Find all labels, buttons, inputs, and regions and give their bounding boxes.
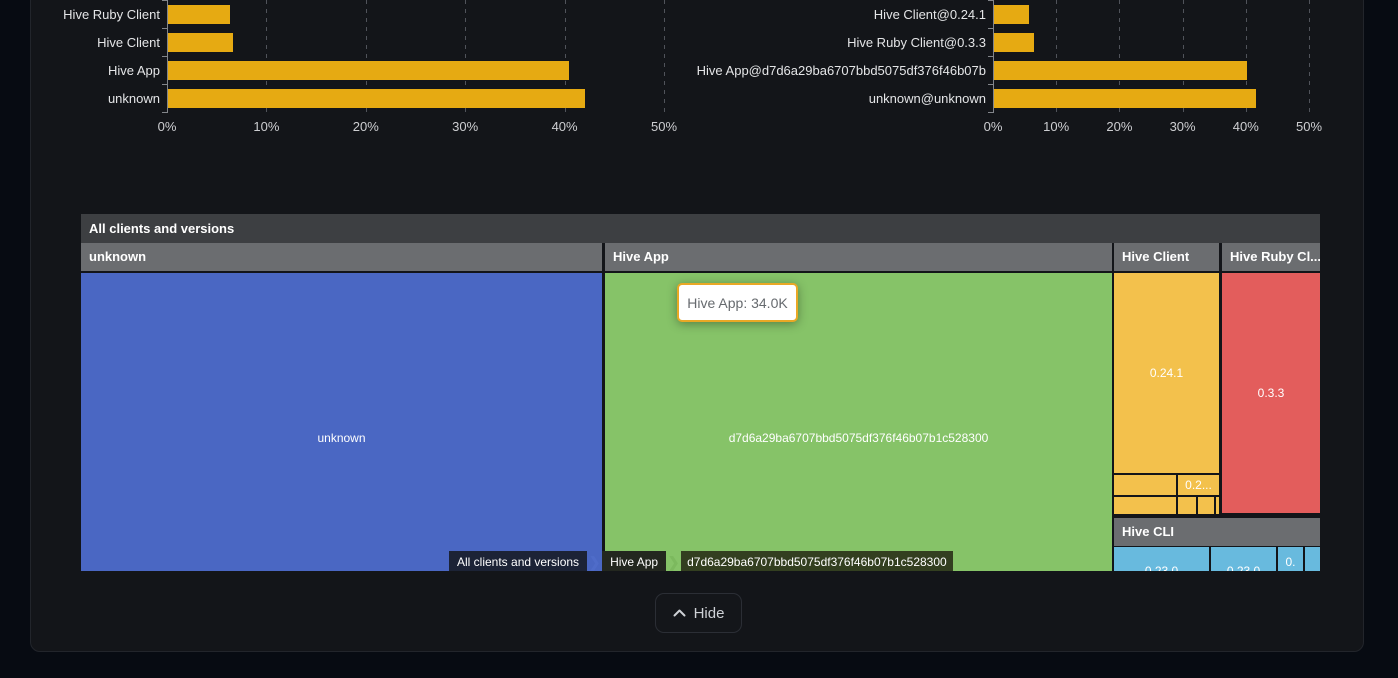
clients-chart-plot-area: 0% 10% 20% 30% 40% 50% — [167, 0, 664, 113]
axis-tick — [162, 0, 167, 1]
breadcrumb-item-root[interactable]: All clients and versions — [449, 551, 587, 571]
axis-tick — [988, 84, 993, 85]
breadcrumb-chevron-icon: ❯ — [666, 551, 681, 571]
x-axis-tick-label: 50% — [651, 119, 677, 134]
y-axis-label: Hive Client@0.24.1 — [874, 5, 986, 24]
y-axis-label: Hive App@d7d6a29ba6707bbd5075df376f46b07… — [697, 61, 986, 80]
x-axis-tick-label: 20% — [1106, 119, 1132, 134]
axis-tick — [988, 112, 993, 113]
x-axis-tick-label: 30% — [452, 119, 478, 134]
versions-chart-y-axis: Hive Client@0.24.1 Hive Ruby Client@0.3.… — [698, 0, 986, 113]
treemap-breadcrumb: All clients and versions ❯ Hive App ❯ d7… — [449, 551, 953, 571]
bar-hive-client-0241[interactable] — [994, 5, 1029, 24]
x-axis-tick-label: 10% — [253, 119, 279, 134]
clients-bar-chart: Hive Ruby Client Hive Client Hive App un… — [0, 0, 698, 140]
y-axis-label: Hive Ruby Client — [63, 5, 160, 24]
axis-tick — [988, 28, 993, 29]
treemap-cell-hive-cli-small[interactable] — [1305, 547, 1320, 571]
chevron-up-icon — [673, 609, 686, 617]
treemap-cell-hive-client-small[interactable] — [1114, 497, 1176, 514]
x-axis-tick-label: 30% — [1170, 119, 1196, 134]
treemap-cell-unknown[interactable]: unknown — [81, 273, 602, 571]
x-axis-tick-label: 40% — [552, 119, 578, 134]
treemap-group-header-unknown[interactable]: unknown — [81, 243, 602, 271]
x-axis-tick-label: 0% — [984, 119, 1003, 134]
treemap-cell-hive-cli-0[interactable]: 0. — [1278, 547, 1303, 571]
bar-hive-app-hash[interactable] — [994, 61, 1247, 80]
treemap-cell-hive-client-small[interactable] — [1178, 497, 1196, 514]
breadcrumb-item-hash[interactable]: d7d6a29ba6707bbd5075df376f46b07b1c528300 — [681, 551, 953, 571]
x-axis-tick-label: 50% — [1296, 119, 1322, 134]
treemap-cell-hive-client-small[interactable] — [1216, 497, 1219, 514]
treemap-cell-hive-client-0241[interactable]: 0.24.1 — [1114, 273, 1219, 473]
treemap-cell-label: 0. — [1285, 555, 1295, 569]
clients-chart-y-axis: Hive Ruby Client Hive Client Hive App un… — [0, 0, 160, 113]
versions-chart-plot-area: 0% 10% 20% 30% 40% 50% — [993, 0, 1309, 113]
client-versions-bar-chart: Hive Client@0.24.1 Hive Ruby Client@0.3.… — [698, 0, 1398, 140]
treemap-cell-hive-cli-0230b[interactable]: 0.23.0 — [1211, 547, 1276, 571]
treemap-group-header-hive-app[interactable]: Hive App — [605, 243, 1112, 271]
breadcrumb-item-hive-app[interactable]: Hive App — [602, 551, 666, 571]
bar-hive-ruby-client[interactable] — [168, 5, 230, 24]
treemap-group-hive-client: Hive Client 0.24.1 0.2... — [1114, 243, 1219, 513]
treemap-cell-hive-client-02[interactable]: 0.2... — [1178, 475, 1219, 495]
x-axis-tick-label: 0% — [158, 119, 177, 134]
y-axis-label: Hive Ruby Client@0.3.3 — [847, 33, 986, 52]
bar-hive-ruby-client-033[interactable] — [994, 33, 1034, 52]
hide-button-label: Hide — [694, 605, 725, 622]
breadcrumb-chevron-icon: ❯ — [587, 551, 602, 571]
axis-tick — [162, 56, 167, 57]
treemap-group-hive-cli: Hive CLI 0.23.0 0.23.0 0. — [1114, 518, 1320, 571]
treemap-root-header[interactable]: All clients and versions — [81, 214, 1320, 243]
gridline — [1309, 0, 1310, 113]
axis-tick — [162, 84, 167, 85]
y-axis-label: unknown@unknown — [869, 89, 986, 108]
clients-versions-treemap: All clients and versions unknown unknown… — [81, 214, 1320, 571]
x-axis-tick-label: 10% — [1043, 119, 1069, 134]
bar-unknown-unknown[interactable] — [994, 89, 1256, 108]
treemap-cell-hive-ruby-033[interactable]: 0.3.3 — [1222, 273, 1320, 513]
treemap-group-header-hive-client[interactable]: Hive Client — [1114, 243, 1219, 271]
axis-tick — [988, 56, 993, 57]
treemap-group-hive-ruby-client: Hive Ruby Cl... 0.3.3 — [1222, 243, 1320, 513]
x-axis-tick-label: 40% — [1233, 119, 1259, 134]
bar-hive-client[interactable] — [168, 33, 233, 52]
hover-tooltip: Hive App: 34.0K — [677, 283, 798, 322]
axis-tick — [988, 0, 993, 1]
axis-tick — [162, 28, 167, 29]
hide-button[interactable]: Hide — [655, 593, 742, 633]
treemap-cell-hive-client-small[interactable] — [1114, 475, 1176, 495]
y-axis-label: Hive App — [108, 61, 160, 80]
treemap-group-unknown: unknown unknown — [81, 243, 602, 571]
treemap-group-header-hive-cli[interactable]: Hive CLI — [1114, 518, 1320, 546]
x-axis-tick-label: 20% — [353, 119, 379, 134]
bar-unknown[interactable] — [168, 89, 585, 108]
y-axis-label: Hive Client — [97, 33, 160, 52]
tooltip-text: Hive App: 34.0K — [687, 295, 787, 311]
y-axis-label: unknown — [108, 89, 160, 108]
axis-tick — [162, 112, 167, 113]
bar-hive-app[interactable] — [168, 61, 569, 80]
treemap-cell-hive-client-small[interactable] — [1198, 497, 1214, 514]
gridline — [664, 0, 665, 113]
treemap-cell-hive-cli-0230[interactable]: 0.23.0 — [1114, 547, 1209, 571]
treemap-group-header-hive-ruby-client[interactable]: Hive Ruby Cl... — [1222, 243, 1320, 271]
